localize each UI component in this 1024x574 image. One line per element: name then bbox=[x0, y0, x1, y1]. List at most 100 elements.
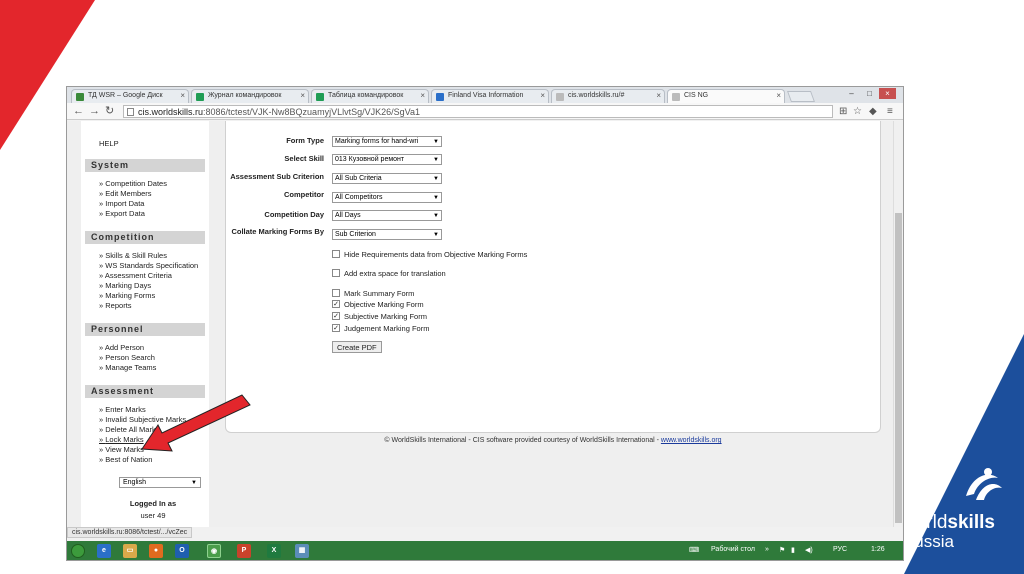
sub-criterion-select[interactable]: All Sub Criteria ▼ bbox=[332, 173, 442, 184]
hide-requirements-checkbox[interactable] bbox=[332, 250, 340, 258]
new-tab-button[interactable] bbox=[786, 91, 816, 102]
logged-in-user: user 49 bbox=[140, 511, 166, 520]
tab-table[interactable]: Таблица командировок × bbox=[311, 89, 429, 103]
sidebar-item-export-data[interactable]: » Export Data bbox=[99, 209, 145, 218]
close-icon[interactable]: × bbox=[180, 91, 185, 100]
firefox-icon[interactable]: ● bbox=[149, 544, 163, 558]
tab-label: ТД WSR – Google Диск bbox=[88, 92, 163, 99]
competition-day-select[interactable]: All Days ▼ bbox=[332, 210, 442, 221]
objective-form-checkbox[interactable]: ✓ bbox=[332, 300, 340, 308]
extension-icon[interactable]: ◆ bbox=[869, 106, 877, 117]
reload-icon[interactable]: ↻ bbox=[105, 105, 114, 117]
help-link[interactable]: HELP bbox=[99, 139, 119, 148]
objective-form-label: Objective Marking Form bbox=[344, 300, 424, 309]
status-url: cis.worldskills.ru:8086/tctest/.../vcZec bbox=[67, 527, 193, 538]
tab-label: Finland Visa Information bbox=[448, 92, 524, 99]
powerpoint-icon[interactable]: P bbox=[237, 544, 251, 558]
worldskills-russia-logo: worldskills Russia bbox=[902, 466, 1006, 550]
chevron-down-icon: ▼ bbox=[431, 137, 439, 146]
close-icon[interactable]: × bbox=[776, 91, 781, 100]
ie-icon[interactable]: e bbox=[97, 544, 111, 558]
tab-label: cis.worldskills.ru/# bbox=[568, 92, 625, 99]
url-path: :8086/tctest/VJK-Nw8BQzuamyjVLlvtSg/VJK2… bbox=[203, 107, 420, 117]
close-icon[interactable]: × bbox=[540, 91, 545, 100]
sheets-icon bbox=[316, 93, 324, 101]
tab-journal[interactable]: Журнал командировок × bbox=[191, 89, 309, 103]
screenshot-window: ТД WSR – Google Диск × Журнал командирово… bbox=[66, 86, 904, 561]
sidebar-item-person-search[interactable]: » Person Search bbox=[99, 353, 155, 362]
close-icon[interactable]: × bbox=[300, 91, 305, 100]
sidebar-item-reports[interactable]: » Reports bbox=[99, 301, 132, 310]
sheets-icon bbox=[196, 93, 204, 101]
sidebar-item-competition-dates[interactable]: » Competition Dates bbox=[99, 179, 167, 188]
footer-link[interactable]: www.worldskills.org bbox=[661, 437, 722, 444]
sidebar-item-ws-standards[interactable]: » WS Standards Specification bbox=[99, 261, 198, 270]
tray-chevron-icon[interactable]: » bbox=[765, 546, 769, 553]
page-icon bbox=[672, 93, 680, 101]
network-icon[interactable]: ▮ bbox=[791, 546, 795, 554]
red-pointer-arrow-icon bbox=[141, 394, 251, 452]
clock[interactable]: 1:26 bbox=[871, 546, 885, 553]
bookmark-star-icon[interactable]: ☆ bbox=[853, 106, 862, 117]
desktop-label[interactable]: Рабочий стол bbox=[711, 546, 755, 553]
sidebar: HELP System » Competition Dates » Edit M… bbox=[81, 121, 209, 527]
image-viewer-icon[interactable]: ▦ bbox=[295, 544, 309, 558]
competitor-select[interactable]: All Competitors ▼ bbox=[332, 192, 442, 203]
maximize-button[interactable]: □ bbox=[861, 88, 878, 99]
back-arrow-icon[interactable]: ← bbox=[73, 105, 84, 117]
sidebar-item-marking-forms[interactable]: » Marking Forms bbox=[99, 291, 155, 300]
form-type-select[interactable]: Marking forms for hand-wri ▼ bbox=[332, 136, 442, 147]
sidebar-item-manage-teams[interactable]: » Manage Teams bbox=[99, 363, 156, 372]
collate-by-select[interactable]: Sub Criterion ▼ bbox=[332, 229, 442, 240]
sidebar-item-add-person[interactable]: » Add Person bbox=[99, 343, 144, 352]
mark-summary-checkbox[interactable] bbox=[332, 289, 340, 297]
chevron-down-icon: ▼ bbox=[431, 193, 439, 202]
section-competition: Competition bbox=[85, 231, 205, 244]
chevron-down-icon: ▼ bbox=[431, 174, 439, 183]
skill-select[interactable]: 013 Кузовной ремонт ▼ bbox=[332, 154, 442, 165]
explorer-icon[interactable]: ▭ bbox=[123, 544, 137, 558]
address-toolbar: ← → ↻ cis.worldskills.ru:8086/tctest/VJK… bbox=[67, 103, 903, 120]
tab-finland-visa[interactable]: Finland Visa Information × bbox=[431, 89, 549, 103]
close-icon[interactable]: × bbox=[420, 91, 425, 100]
extra-space-checkbox[interactable] bbox=[332, 269, 340, 277]
minimize-button[interactable]: – bbox=[843, 88, 860, 99]
scrollbar-thumb[interactable] bbox=[895, 213, 902, 523]
sidebar-item-edit-members[interactable]: » Edit Members bbox=[99, 189, 152, 198]
tab-google-drive[interactable]: ТД WSR – Google Диск × bbox=[71, 89, 189, 103]
tab-cis-ng[interactable]: CIS NG × bbox=[667, 89, 785, 103]
excel-icon[interactable]: X bbox=[267, 544, 281, 558]
sidebar-item-marking-days[interactable]: » Marking Days bbox=[99, 281, 151, 290]
tab-cis-root[interactable]: cis.worldskills.ru/# × bbox=[551, 89, 665, 103]
marking-forms-panel: Form Type Marking forms for hand-wri ▼ Se… bbox=[225, 121, 881, 433]
close-icon[interactable]: × bbox=[656, 91, 661, 100]
chevron-down-icon: ▼ bbox=[431, 211, 439, 220]
sidebar-item-best-of-nation[interactable]: » Best of Nation bbox=[99, 455, 152, 464]
translate-icon[interactable]: ⊞ bbox=[839, 106, 847, 117]
input-language[interactable]: РУС bbox=[833, 546, 847, 553]
sidebar-item-import-data[interactable]: » Import Data bbox=[99, 199, 144, 208]
hide-requirements-label: Hide Requirements data from Objective Ma… bbox=[344, 250, 528, 259]
window-close-button[interactable]: × bbox=[879, 88, 896, 99]
sidebar-item-assessment-criteria[interactable]: » Assessment Criteria bbox=[99, 271, 172, 280]
outlook-icon[interactable]: O bbox=[175, 544, 189, 558]
subjective-form-checkbox[interactable]: ✓ bbox=[332, 312, 340, 320]
forward-arrow-icon[interactable]: → bbox=[89, 105, 100, 117]
vertical-scrollbar[interactable] bbox=[893, 121, 903, 527]
sidebar-item-lock-marks[interactable]: » Lock Marks bbox=[99, 435, 144, 444]
web-page: HELP System » Competition Dates » Edit M… bbox=[67, 121, 895, 527]
start-button[interactable] bbox=[71, 544, 85, 558]
menu-icon[interactable]: ≡ bbox=[887, 106, 893, 117]
finland-flag-icon bbox=[436, 93, 444, 101]
sidebar-item-skills[interactable]: » Skills & Skill Rules bbox=[99, 251, 167, 260]
chrome-icon[interactable]: ◉ bbox=[207, 544, 221, 558]
judgement-form-checkbox[interactable]: ✓ bbox=[332, 324, 340, 332]
url-bar[interactable]: cis.worldskills.ru:8086/tctest/VJK-Nw8BQ… bbox=[123, 105, 833, 118]
keyboard-icon[interactable]: ⌨ bbox=[689, 546, 699, 554]
page-icon bbox=[556, 93, 564, 101]
tab-strip: ТД WSR – Google Диск × Журнал командирово… bbox=[67, 87, 903, 103]
volume-icon[interactable]: ◀) bbox=[805, 546, 813, 554]
flag-icon[interactable]: ⚑ bbox=[779, 546, 785, 554]
create-pdf-button[interactable]: Create PDF bbox=[332, 341, 382, 353]
language-select[interactable]: English ▼ bbox=[119, 477, 201, 488]
